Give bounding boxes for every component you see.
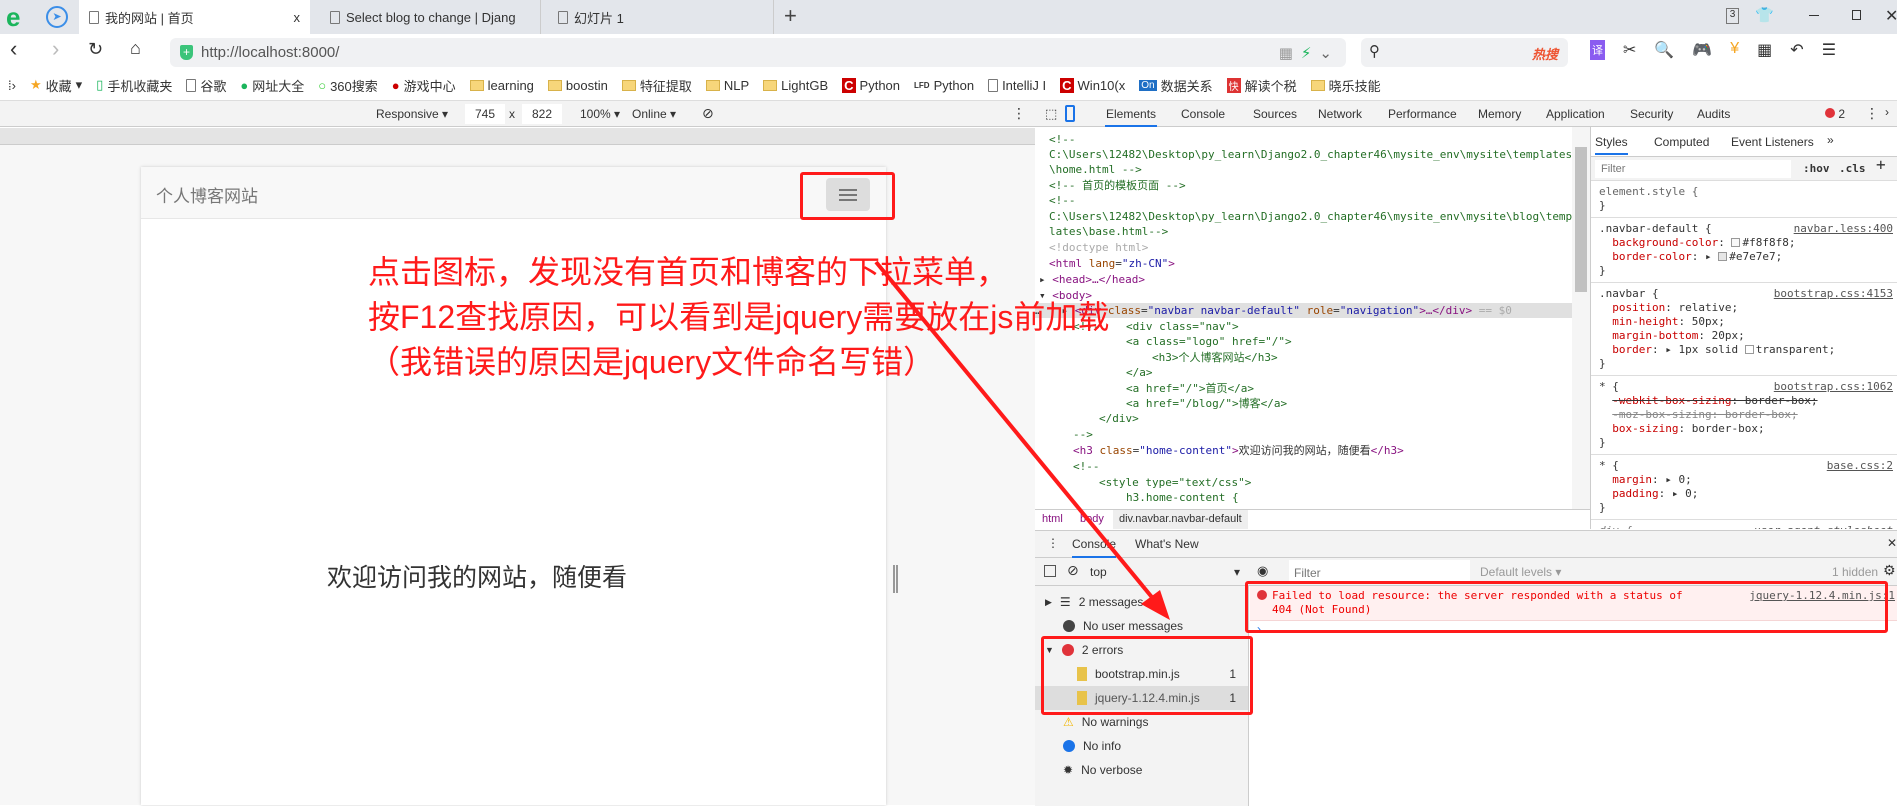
annotation-arrow-head xyxy=(1141,590,1170,620)
annotation-arrow-line xyxy=(874,260,1162,609)
annotation-arrow xyxy=(874,260,1170,620)
